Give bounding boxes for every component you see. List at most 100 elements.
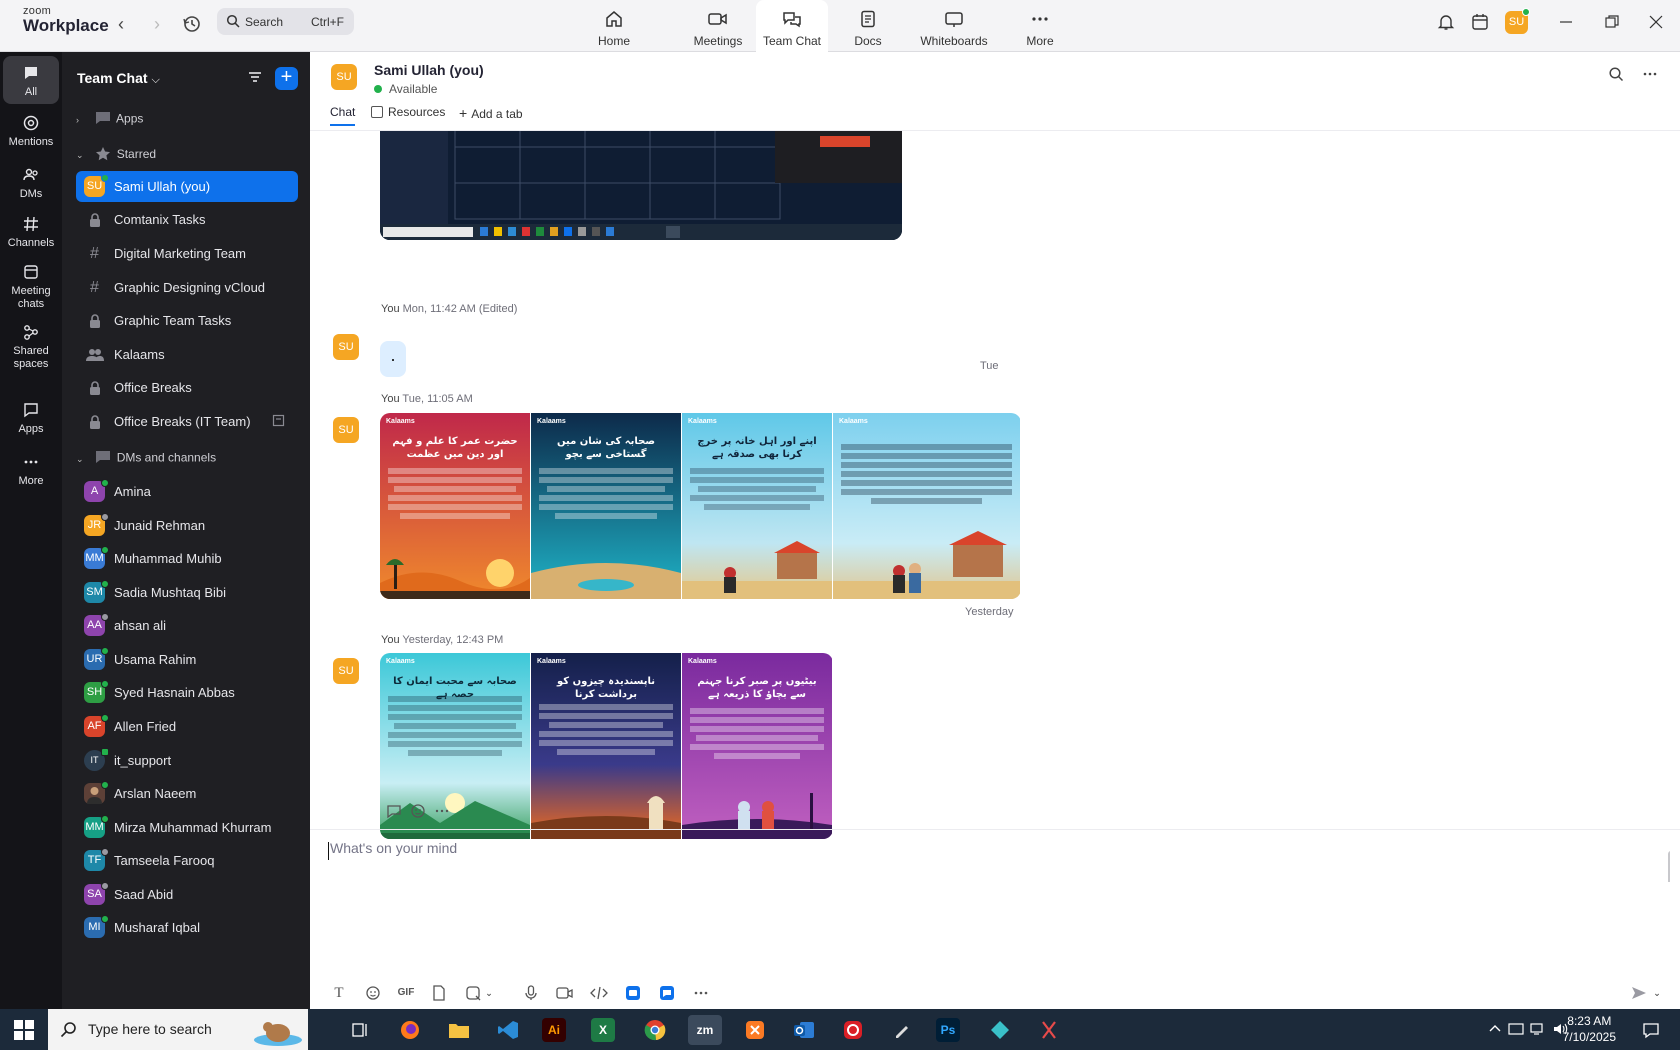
emoji-icon[interactable] — [362, 982, 384, 1004]
shared-screenshot-image[interactable] — [380, 131, 902, 240]
tab-more[interactable]: More — [1014, 0, 1066, 52]
dm-item-amina[interactable]: A Amina — [76, 476, 298, 507]
excel-icon[interactable]: X — [591, 1018, 615, 1042]
history-icon[interactable] — [181, 13, 205, 37]
dm-item-tamseela-farooq[interactable]: TF Tamseela Farooq — [76, 845, 298, 876]
rail-shared-spaces[interactable]: Shared spaces — [3, 323, 59, 371]
hadith-image-card[interactable]: Kalaams — [833, 413, 1020, 599]
tab-chat[interactable]: Chat — [330, 105, 356, 126]
section-dms-and-channels[interactable]: ⌄ DMs and channels — [76, 450, 216, 467]
tab-home[interactable]: Home — [586, 0, 642, 52]
rail-all[interactable]: All — [3, 56, 59, 104]
search-icon[interactable] — [1608, 66, 1624, 85]
microphone-icon[interactable] — [520, 982, 542, 1004]
restore-icon[interactable] — [1604, 14, 1626, 36]
dm-item-syed-hasnain-abbas[interactable]: SH Syed Hasnain Abbas — [76, 677, 298, 708]
zoom-app-icon[interactable] — [656, 982, 678, 1004]
dm-item-arslan-naeem[interactable]: Arslan Naeem — [76, 778, 298, 809]
starred-item-office-breaks-it[interactable]: Office Breaks (IT Team) — [76, 406, 298, 437]
hadith-image-card[interactable]: Kalaams حضرت عمر کا علم و فہم اور دین می… — [380, 413, 530, 599]
starred-item-graphic-team-tasks[interactable]: Graphic Team Tasks — [76, 305, 298, 336]
xampp-icon[interactable] — [740, 1015, 770, 1045]
code-snippet-icon[interactable] — [588, 982, 610, 1004]
photoshop-icon[interactable]: Ps — [936, 1018, 960, 1042]
more-options-icon[interactable] — [434, 803, 450, 822]
file-icon[interactable] — [428, 982, 450, 1004]
chrome-icon[interactable] — [640, 1015, 670, 1045]
emoji-reaction-icon[interactable] — [410, 803, 426, 822]
illustrator-icon[interactable]: Ai — [542, 1018, 566, 1042]
zoom-taskbar-icon[interactable]: zm — [688, 1015, 722, 1045]
tab-whiteboards[interactable]: Whiteboards — [913, 0, 995, 52]
dm-item-musharaf-iqbal[interactable]: MI Musharaf Iqbal — [76, 912, 298, 943]
file-explorer-icon[interactable] — [444, 1015, 474, 1045]
section-apps[interactable]: › Apps — [76, 111, 143, 128]
message-avatar[interactable]: SU — [333, 658, 359, 684]
chevron-down-icon[interactable]: ⌄ — [482, 982, 496, 1004]
app-shortcut-icon[interactable] — [622, 982, 644, 1004]
text-format-icon[interactable]: T — [328, 982, 350, 1004]
search-input[interactable]: Search Ctrl+F — [217, 8, 354, 35]
task-view-icon[interactable] — [346, 1015, 376, 1045]
network-status-icon[interactable] — [1508, 1021, 1524, 1040]
starred-item-sami-ullah[interactable]: SU Sami Ullah (you) — [76, 171, 298, 202]
screenshot-icon[interactable] — [462, 982, 484, 1004]
more-options-icon[interactable] — [1642, 66, 1658, 85]
hadith-image-card[interactable]: Kalaams اپنے اور اہل خانہ پر خرچ کرنا بھ… — [682, 413, 832, 599]
gif-button[interactable]: GIF — [392, 982, 420, 1004]
send-options-chevron-icon[interactable]: ⌄ — [1650, 982, 1664, 1004]
dm-item-junaid-rehman[interactable]: JR Junaid Rehman — [76, 510, 298, 541]
tab-team-chat[interactable]: Team Chat — [756, 0, 828, 52]
dm-item-it-support[interactable]: IT it_support — [76, 745, 298, 776]
dm-item-sadia-mushtaq-bibi[interactable]: SM Sadia Mushtaq Bibi — [76, 577, 298, 608]
sidebar-title[interactable]: Team Chat ⌵ — [77, 70, 160, 87]
starred-item-graphic-designing-vcloud[interactable]: # Graphic Designing vCloud — [76, 272, 298, 303]
chat-title[interactable]: Sami Ullah (you) — [374, 62, 484, 78]
more-tools-icon[interactable] — [690, 982, 712, 1004]
hadith-image-card[interactable]: Kalaams بیٹیوں پر صبر کرنا جہنم سے بچاؤ … — [682, 653, 832, 839]
starred-item-kalaams[interactable]: Kalaams — [76, 339, 298, 370]
close-icon[interactable] — [1648, 14, 1670, 36]
reply-icon[interactable] — [386, 803, 402, 822]
rail-apps[interactable]: Apps — [3, 401, 59, 436]
section-starred[interactable]: ⌄ Starred — [76, 146, 156, 164]
firefox-icon[interactable] — [395, 1015, 425, 1045]
rail-channels[interactable]: Channels — [3, 215, 59, 250]
dm-item-usama-rahim[interactable]: UR Usama Rahim — [76, 644, 298, 675]
tab-resources[interactable]: Resources — [371, 105, 445, 119]
message-avatar[interactable]: SU — [333, 334, 359, 360]
vscode-icon[interactable] — [493, 1015, 523, 1045]
starred-item-digital-marketing-team[interactable]: # Digital Marketing Team — [76, 238, 298, 269]
dm-item-allen-fried[interactable]: AF Allen Fried — [76, 711, 298, 742]
dm-item-saad-abid[interactable]: SA Saad Abid — [76, 879, 298, 910]
message-bubble[interactable]: . — [380, 341, 406, 377]
taskbar-clock[interactable]: 8:23 AM 7/10/2025 — [1563, 1013, 1616, 1045]
message-scrollbar[interactable] — [1668, 851, 1670, 882]
bell-icon[interactable] — [1436, 12, 1458, 34]
message-list[interactable]: You Mon, 11:42 AM (Edited) SU . Tue You … — [310, 131, 1670, 882]
hadith-image-card[interactable]: Kalaams ناپسندیدہ چیزوں کو برداشت کرنا — [531, 653, 681, 839]
rail-mentions[interactable]: Mentions — [3, 114, 59, 149]
rail-dms[interactable]: DMs — [3, 166, 59, 201]
tab-meetings[interactable]: Meetings — [686, 0, 750, 52]
starred-item-office-breaks[interactable]: Office Breaks — [76, 372, 298, 403]
message-avatar[interactable]: SU — [333, 417, 359, 443]
dm-item-ahsan-ali[interactable]: AA ahsan ali — [76, 610, 298, 641]
diamond-app-icon[interactable] — [985, 1015, 1015, 1045]
new-chat-button[interactable]: + — [275, 67, 298, 90]
add-tab-button[interactable]: + Add a tab — [459, 105, 523, 121]
minimize-icon[interactable] — [1558, 14, 1580, 36]
chat-avatar[interactable]: SU — [331, 64, 357, 90]
hadith-image-card[interactable]: Kalaams صحابہ سے محبت ایمان کا حصہ ہے — [380, 653, 530, 839]
notification-center-icon[interactable] — [1642, 1021, 1660, 1042]
hadith-image-card[interactable]: Kalaams صحابہ کی شان میں گستاخی سے بچو — [531, 413, 681, 599]
windows-start-icon[interactable] — [14, 1020, 34, 1043]
snipping-tool-icon[interactable] — [1034, 1015, 1064, 1045]
rail-meeting-chats[interactable]: Meeting chats — [3, 263, 59, 311]
rail-more[interactable]: More — [3, 453, 59, 488]
taskbar-search-input[interactable]: Type here to search — [48, 1009, 308, 1050]
dm-item-mirza-muhammad-khurram[interactable]: MM Mirza Muhammad Khurram — [76, 812, 298, 843]
chevron-up-icon[interactable] — [1488, 1021, 1502, 1038]
starred-item-comtanix-tasks[interactable]: Comtanix Tasks — [76, 204, 298, 235]
creative-cloud-icon[interactable] — [838, 1015, 868, 1045]
